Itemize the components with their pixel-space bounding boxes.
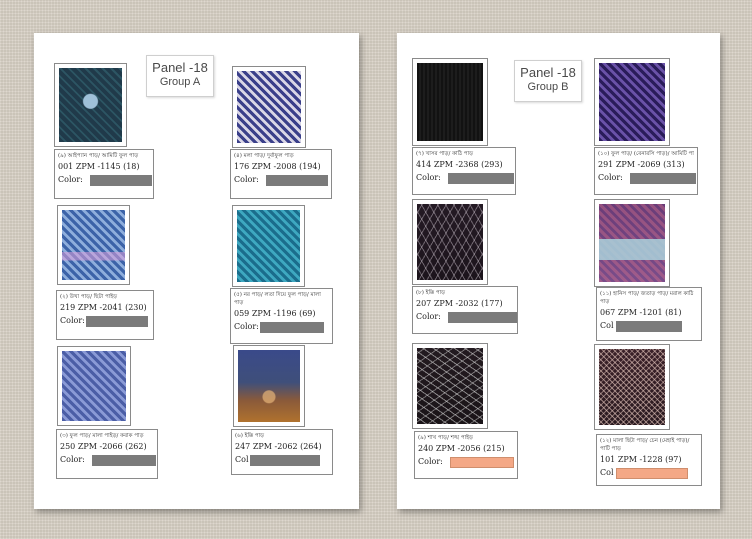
fabric-swatch — [594, 58, 670, 146]
fabric-info-card: (৬) ইক্কি পাড় 247 ZPM -2062 (264) Col — [231, 429, 333, 475]
fabric-info-card: (৯) শাখ পাড়/ শঙ্খ পাইড় 240 ZPM -2056 (… — [414, 431, 518, 479]
border-name: (৬) ইক্কি পাড় — [235, 433, 265, 439]
color-bar — [450, 457, 514, 468]
fabric-info-card: (১২) মালা ছিটা পাড়/ চেন (মেহাই পাড়)/ প… — [596, 434, 702, 486]
color-label: Color: — [418, 457, 443, 466]
color-bar — [260, 322, 324, 333]
border-name: (৭) খাসর পাড়/ কাঠি পাড় — [416, 151, 474, 157]
color-bar — [448, 173, 514, 184]
color-bar — [448, 312, 517, 323]
color-label: Col — [235, 455, 249, 464]
fabric-code: 219 ZPM -2041 (230) — [60, 303, 147, 312]
color-label: Col — [600, 468, 614, 477]
fabric-info-card: (১০) ফুল পাড়/ (বেনারসি পাড়)/ আমিটি পাড… — [594, 147, 698, 195]
fabric-swatch — [232, 66, 306, 148]
fabric-swatch — [412, 343, 488, 429]
fabric-code: 240 ZPM -2056 (215) — [418, 444, 505, 453]
color-bar — [86, 316, 148, 327]
color-bar — [630, 173, 696, 184]
fabric-code: 250 ZPM -2066 (262) — [60, 442, 147, 451]
fabric-code: 207 ZPM -2032 (177) — [416, 299, 503, 308]
color-bar — [90, 175, 152, 186]
fabric-swatch — [57, 205, 130, 285]
color-label: Color: — [234, 175, 259, 184]
fabric-swatch — [412, 199, 488, 285]
fabric-swatch — [594, 199, 670, 287]
fabric-code: 291 ZPM -2069 (313) — [598, 160, 685, 169]
color-label: Color: — [416, 312, 441, 321]
fabric-info-card: (৮) ইক্কি পাড় 207 ZPM -2032 (177) Color… — [412, 286, 518, 334]
border-name: (২) উখা পাড়/ ছিটা পাইড় — [60, 294, 118, 300]
border-name: (৪) মলা পাড়/ দুর্বাফুল পাড় — [234, 153, 294, 159]
color-label: Color: — [60, 316, 85, 325]
border-name: (১২) মালা ছিটা পাড়/ চেন (মেহাই পাড়)/ প… — [600, 438, 690, 452]
fabric-swatch — [412, 58, 488, 146]
fabric-info-card: (২) উখা পাড়/ ছিটা পাইড় 219 ZPM -2041 (… — [56, 290, 154, 340]
color-label: Color: — [416, 173, 441, 182]
fabric-swatch — [594, 344, 670, 430]
border-name: (৯) শাখ পাড়/ শঙ্খ পাইড় — [418, 435, 473, 441]
color-bar — [92, 455, 156, 466]
border-name: (১১) হানিস পাড়/ জতাড় পাড়/ মরাল কাঠি প… — [600, 291, 694, 305]
fabric-code: 067 ZPM -1201 (81) — [600, 308, 682, 317]
color-label: Color: — [598, 173, 623, 182]
fabric-info-card: (৭) খাসর পাড়/ কাঠি পাড় 414 ZPM -2368 (… — [412, 147, 516, 195]
color-label: Color: — [58, 175, 83, 184]
panel-sheet-group-a: Panel -18 Group A (৯) আইপ্যান পাড়/ আমিট… — [34, 33, 359, 509]
color-bar — [616, 468, 688, 479]
color-bar — [266, 175, 328, 186]
fabric-code: 176 ZPM -2008 (194) — [234, 162, 321, 171]
color-label: Color: — [234, 322, 259, 331]
panel-group: Group A — [159, 76, 201, 88]
fabric-code: 247 ZPM -2062 (264) — [235, 442, 322, 451]
fabric-swatch — [232, 205, 305, 287]
fabric-code: 059 ZPM -1196 (69) — [234, 309, 316, 318]
fabric-swatch — [54, 63, 127, 147]
color-bar — [250, 455, 320, 466]
fabric-info-card: (৩) ফুল পাড়/ মালা পাইড়/ কবাক পাড় 250 … — [56, 429, 158, 479]
fabric-swatch — [57, 346, 131, 426]
fabric-info-card: (৪) মলা পাড়/ দুর্বাফুল পাড় 176 ZPM -20… — [230, 149, 332, 199]
border-name: (৮) ইক্কি পাড় — [416, 290, 446, 296]
border-name: (৯) আইপ্যান পাড়/ আমিটি ফুল পাড় — [58, 153, 139, 159]
border-name: (৩) ফুল পাড়/ মালা পাইড়/ কবাক পাড় — [60, 433, 144, 439]
color-label: Color: — [60, 455, 85, 464]
fabric-code: 101 ZPM -1228 (97) — [600, 455, 682, 464]
panel-sheet-group-b: Panel -18 Group B (৭) খাসর পাড়/ কাঠি পা… — [397, 33, 720, 509]
color-label: Col — [600, 321, 614, 330]
fabric-code: 414 ZPM -2368 (293) — [416, 160, 503, 169]
fabric-swatch — [233, 345, 305, 427]
fabric-info-card: (৫) নর পাড়/ লতা দিয়ে ফুল পাড়/ মালা পা… — [230, 288, 333, 344]
panel-group: Group B — [527, 81, 569, 93]
fabric-info-card: (৯) আইপ্যান পাড়/ আমিটি ফুল পাড় 001 ZPM… — [54, 149, 154, 199]
panel-title: Panel -18 — [152, 60, 208, 75]
border-name: (১০) ফুল পাড়/ (বেনারসি পাড়)/ আমিটি পাড… — [598, 151, 694, 157]
fabric-info-card: (১১) হানিস পাড়/ জতাড় পাড়/ মরাল কাঠি প… — [596, 287, 702, 341]
panel-label: Panel -18 Group B — [514, 60, 582, 102]
color-bar — [616, 321, 682, 332]
panel-title: Panel -18 — [520, 65, 576, 80]
fabric-code: 001 ZPM -1145 (18) — [58, 162, 140, 171]
panel-label: Panel -18 Group A — [146, 55, 214, 97]
border-name: (৫) নর পাড়/ লতা দিয়ে ফুল পাড়/ মালা পা… — [234, 292, 321, 306]
